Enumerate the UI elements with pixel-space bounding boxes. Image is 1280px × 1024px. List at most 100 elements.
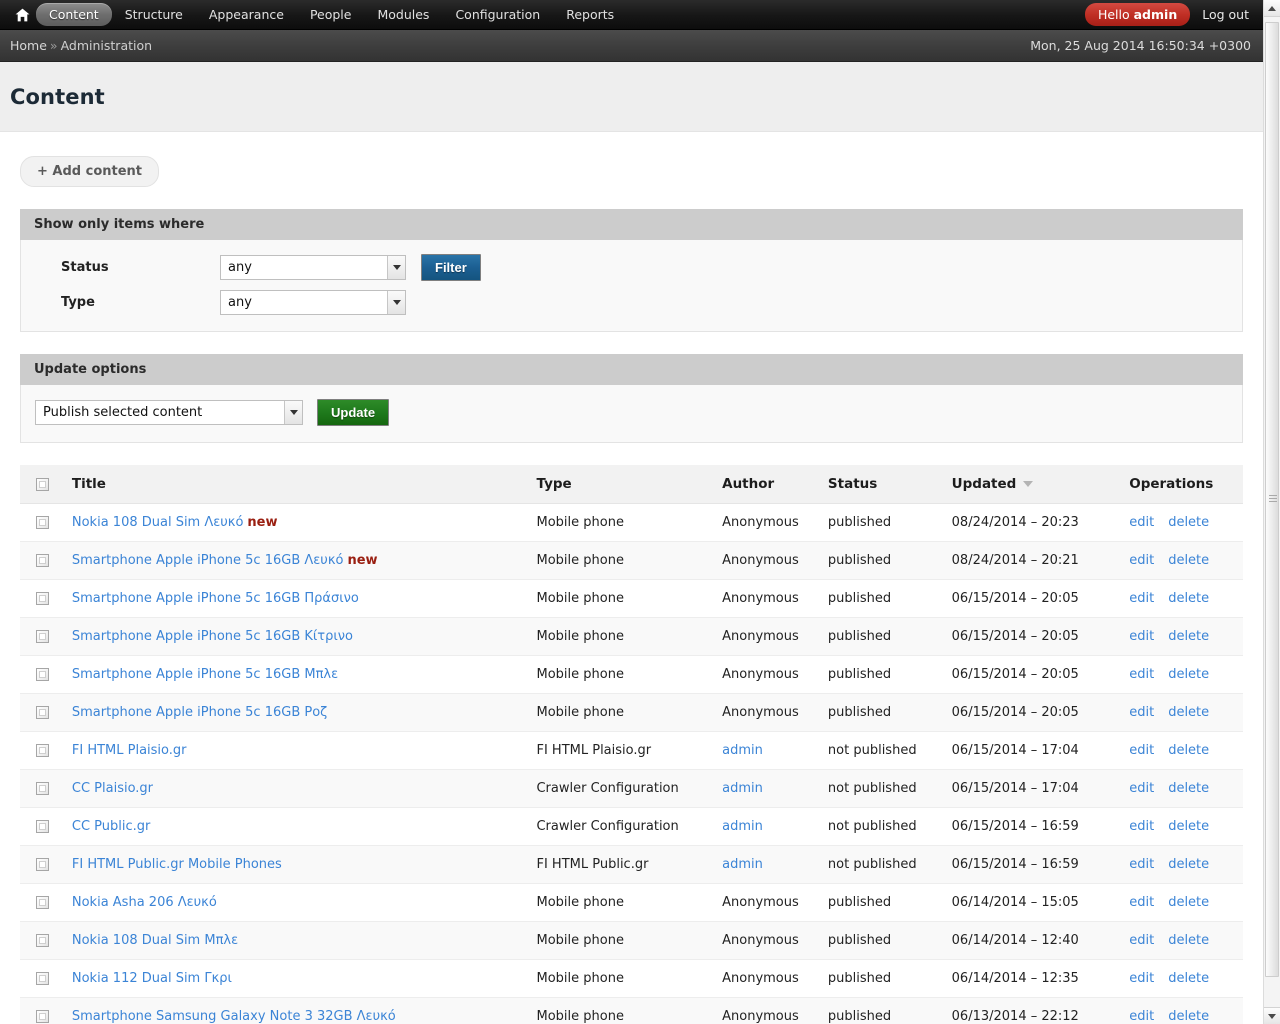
toolbar-item-structure[interactable]: Structure <box>112 3 196 26</box>
row-edit-link[interactable]: edit <box>1129 819 1154 834</box>
row-delete-link[interactable]: delete <box>1168 857 1209 872</box>
row-select-checkbox[interactable] <box>36 554 49 567</box>
row-updated-cell: 06/15/2014 – 17:04 <box>945 769 1124 808</box>
row-select-checkbox[interactable] <box>36 972 49 985</box>
row-select-checkbox[interactable] <box>36 858 49 871</box>
column-header-status[interactable]: Status <box>821 465 946 504</box>
row-title-link[interactable]: Nokia Asha 206 Λευκό <box>72 895 217 910</box>
row-select-checkbox[interactable] <box>36 592 49 605</box>
bulk-action-select[interactable]: Publish selected content <box>35 400 303 425</box>
row-select-checkbox[interactable] <box>36 896 49 909</box>
row-author-link[interactable]: admin <box>722 819 763 834</box>
row-title-link[interactable]: Nokia 108 Dual Sim Μπλε <box>72 933 238 948</box>
table-row: Smartphone Apple iPhone 5c 16GB Κίτρινο M… <box>20 617 1243 656</box>
row-edit-link[interactable]: edit <box>1129 629 1154 644</box>
column-header-author[interactable]: Author <box>716 465 822 504</box>
row-delete-link[interactable]: delete <box>1168 743 1209 758</box>
row-edit-link[interactable]: edit <box>1129 667 1154 682</box>
row-delete-link[interactable]: delete <box>1168 1009 1209 1024</box>
row-edit-link[interactable]: edit <box>1129 857 1154 872</box>
row-edit-link[interactable]: edit <box>1129 895 1154 910</box>
row-select-checkbox[interactable] <box>36 516 49 529</box>
select-all-checkbox[interactable] <box>36 477 49 491</box>
row-title-link[interactable]: FI HTML Plaisio.gr <box>72 743 187 758</box>
row-delete-link[interactable]: delete <box>1168 515 1209 530</box>
row-title-link[interactable]: Smartphone Apple iPhone 5c 16GB Μπλε <box>72 667 338 682</box>
breadcrumb-home-link[interactable]: Home <box>10 38 47 53</box>
row-delete-link[interactable]: delete <box>1168 629 1209 644</box>
user-greeting-badge[interactable]: Hello admin <box>1084 3 1191 26</box>
add-content-button[interactable]: + Add content <box>20 156 160 187</box>
toolbar-item-reports[interactable]: Reports <box>553 3 627 26</box>
row-edit-link[interactable]: edit <box>1129 971 1154 986</box>
row-edit-link[interactable]: edit <box>1129 743 1154 758</box>
filter-submit-button[interactable]: Filter <box>421 254 481 281</box>
scroll-down-arrow-icon[interactable] <box>1264 1007 1280 1024</box>
row-select-checkbox[interactable] <box>36 744 49 757</box>
row-delete-link[interactable]: delete <box>1168 705 1209 720</box>
row-author-link[interactable]: admin <box>722 743 763 758</box>
row-select-checkbox[interactable] <box>36 630 49 643</box>
row-delete-link[interactable]: delete <box>1168 933 1209 948</box>
column-header-title[interactable]: Title <box>65 465 531 504</box>
row-title-link[interactable]: Smartphone Apple iPhone 5c 16GB Κίτρινο <box>72 629 353 644</box>
toolbar-item-configuration[interactable]: Configuration <box>442 3 553 26</box>
row-delete-link[interactable]: delete <box>1168 553 1209 568</box>
row-title-link[interactable]: FI HTML Public.gr Mobile Phones <box>72 857 282 872</box>
vertical-scrollbar[interactable] <box>1263 0 1280 1024</box>
update-action-row: Publish selected content Update <box>35 399 1228 426</box>
row-select-checkbox[interactable] <box>36 1010 49 1023</box>
row-delete-link[interactable]: delete <box>1168 895 1209 910</box>
row-edit-link[interactable]: edit <box>1129 705 1154 720</box>
row-select-checkbox[interactable] <box>36 782 49 795</box>
row-author-link[interactable]: admin <box>722 857 763 872</box>
type-filter-select[interactable]: any <box>220 290 406 315</box>
table-row: CC Plaisio.gr Crawler Configuration admin n… <box>20 769 1243 808</box>
row-select-cell <box>20 921 66 960</box>
row-edit-link[interactable]: edit <box>1129 515 1154 530</box>
row-title-link[interactable]: Smartphone Samsung Galaxy Note 3 32GB Λε… <box>72 1009 396 1024</box>
row-status-cell: not published <box>821 845 946 884</box>
table-row: Smartphone Apple iPhone 5c 16GB Πράσινο M… <box>20 579 1243 618</box>
column-header-updated[interactable]: Updated <box>945 465 1124 504</box>
row-edit-link[interactable]: edit <box>1129 933 1154 948</box>
toolbar-item-modules[interactable]: Modules <box>364 3 442 26</box>
row-delete-link[interactable]: delete <box>1168 781 1209 796</box>
row-title-link[interactable]: CC Plaisio.gr <box>72 781 153 796</box>
status-filter-select[interactable]: any <box>220 255 406 280</box>
row-title-link[interactable]: Nokia 108 Dual Sim Λευκό <box>72 515 244 530</box>
row-author-cell: Anonymous <box>716 541 822 580</box>
row-author-text: Anonymous <box>722 933 799 948</box>
column-header-type[interactable]: Type <box>530 465 717 504</box>
toolbar-item-appearance[interactable]: Appearance <box>196 3 297 26</box>
row-edit-link[interactable]: edit <box>1129 553 1154 568</box>
sort-descending-icon <box>1023 481 1034 487</box>
toolbar-item-content[interactable]: Content <box>36 3 112 26</box>
row-select-checkbox[interactable] <box>36 934 49 947</box>
row-status-cell: not published <box>821 731 946 770</box>
row-delete-link[interactable]: delete <box>1168 591 1209 606</box>
row-select-checkbox[interactable] <box>36 706 49 719</box>
row-title-link[interactable]: CC Public.gr <box>72 819 151 834</box>
home-icon[interactable] <box>10 0 36 30</box>
update-submit-button[interactable]: Update <box>317 399 390 426</box>
table-row: Nokia 108 Dual Sim Λευκό new Mobile phone A… <box>20 503 1243 542</box>
scroll-up-arrow-icon[interactable] <box>1264 0 1280 17</box>
row-edit-link[interactable]: edit <box>1129 781 1154 796</box>
row-author-link[interactable]: admin <box>722 781 763 796</box>
row-select-checkbox[interactable] <box>36 668 49 681</box>
row-title-link[interactable]: Smartphone Apple iPhone 5c 16GB Ροζ <box>72 705 327 720</box>
row-edit-link[interactable]: edit <box>1129 591 1154 606</box>
row-edit-link[interactable]: edit <box>1129 1009 1154 1024</box>
toolbar-item-people[interactable]: People <box>297 3 365 26</box>
row-title-link[interactable]: Smartphone Apple iPhone 5c 16GB Πράσινο <box>72 591 359 606</box>
toolbar-menu: Content Structure Appearance People Modu… <box>10 0 627 30</box>
scrollbar-thumb[interactable] <box>1265 22 1279 977</box>
row-title-link[interactable]: Nokia 112 Dual Sim Γκρι <box>72 971 232 986</box>
row-delete-link[interactable]: delete <box>1168 971 1209 986</box>
logout-link[interactable]: Log out <box>1202 7 1249 22</box>
row-delete-link[interactable]: delete <box>1168 667 1209 682</box>
row-delete-link[interactable]: delete <box>1168 819 1209 834</box>
row-title-link[interactable]: Smartphone Apple iPhone 5c 16GB Λευκό <box>72 553 344 568</box>
row-select-checkbox[interactable] <box>36 820 49 833</box>
